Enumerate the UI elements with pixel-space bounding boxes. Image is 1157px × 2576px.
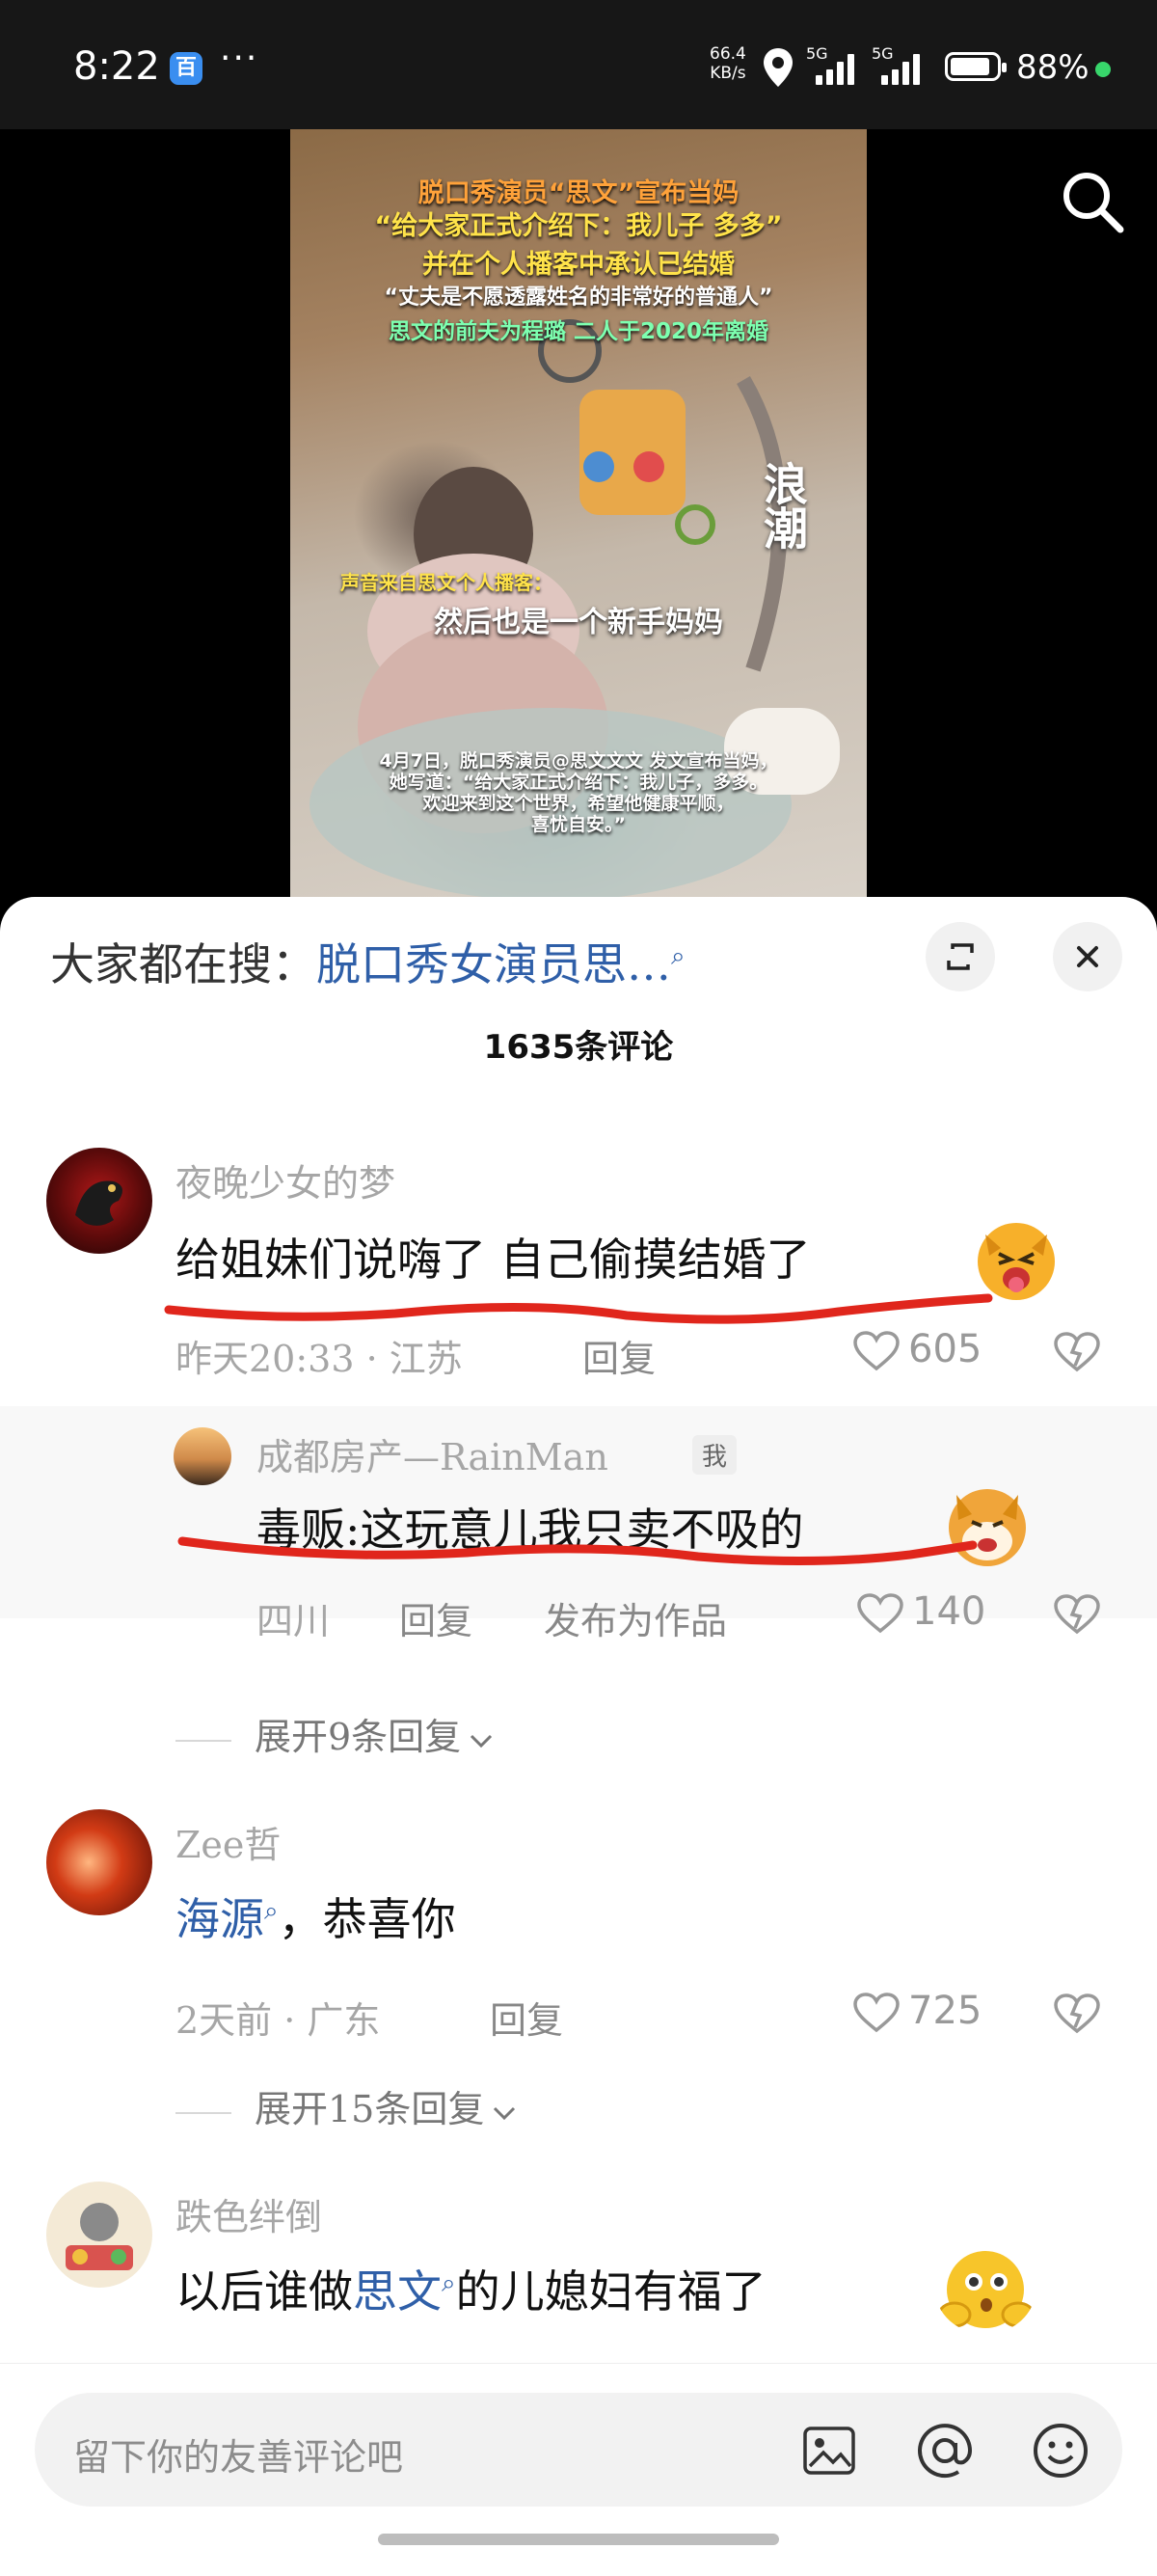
battery-fill (951, 58, 989, 75)
image-icon[interactable] (802, 2426, 856, 2476)
comment-time-location: 昨天20:33 · 江苏 (175, 1338, 463, 1380)
comment-username[interactable]: 夜晚少女的梦 (175, 1153, 395, 1207)
signal-icon-2 (872, 50, 929, 85)
app-notification-icon: 百 (170, 52, 202, 85)
emoji-icon[interactable] (1032, 2422, 1090, 2480)
divider (175, 1739, 231, 1742)
video-player[interactable]: 脱口秀演员“思文”宣布当妈 “给大家正式介绍下：我儿子 多多” 并在个人播客中承… (290, 129, 867, 901)
heart-icon (853, 1993, 900, 2033)
status-bar: 8:22 百 ··· 66.4 KB/s 5G 5G 88% (0, 0, 1157, 129)
expand-sheet-button[interactable] (926, 922, 995, 991)
avatar[interactable] (46, 1809, 152, 1915)
status-indicator-dot (1095, 62, 1111, 77)
dragon-avatar-image (75, 1180, 122, 1226)
location-icon (764, 48, 793, 87)
reply-button-2[interactable]: 回复 (399, 1591, 472, 1644)
red-underline (164, 1293, 993, 1324)
video-title-line-2: “给大家正式介绍下：我儿子 多多” (374, 211, 783, 241)
speed-value: 66.4 (710, 44, 746, 64)
comment-count: 1635条评论 (483, 1028, 674, 1067)
divider (175, 2111, 231, 2114)
audio-source-label: 声音来自思文个人播客： (340, 571, 552, 594)
dislike-heart-icon[interactable] (1053, 1331, 1101, 1373)
caption-line-1: 4月7日，脱口秀演员@思文文文 发文宣布当妈， (379, 750, 778, 772)
comment-input-bar: 留下你的友善评论吧 (0, 2363, 1157, 2576)
expand-replies-button[interactable]: 展开15条回复 (175, 2079, 519, 2132)
comment-text: 海源⌕，恭喜你 (175, 1885, 456, 1948)
reply-button[interactable]: 回复 (582, 1329, 656, 1382)
like-button[interactable]: 725 (852, 1989, 982, 2034)
comment-sheet: 大家都在搜：脱口秀女演员思…⌕ 1635条评论 夜晚少女的梦 给姐妹们说嗨了 自… (0, 897, 1157, 2575)
signal-icon (806, 50, 864, 85)
like-button[interactable]: 140 (856, 1589, 985, 1635)
like-count: 605 (908, 1327, 982, 1371)
cat-avatar-image (66, 2203, 133, 2270)
mention-link[interactable]: 思文 (353, 2265, 442, 2318)
publish-as-work-button[interactable]: 发布为作品 (544, 1591, 727, 1644)
self-tag-badge: 我 (692, 1435, 738, 1475)
heart-icon (857, 1593, 903, 1634)
caption-line-3: 欢迎来到这个世界，希望他健康平顺， (422, 793, 735, 814)
avatar[interactable] (46, 2182, 152, 2288)
comment-text-rest: 的儿媳妇有福了 (455, 2265, 767, 2318)
like-count: 725 (908, 1989, 982, 2033)
comment-input-placeholder: 留下你的友善评论吧 (73, 2436, 404, 2479)
comment-username[interactable]: Zee哲 (175, 1815, 281, 1868)
comment-text-pre: 以后谁做 (175, 2265, 353, 2318)
status-time: 8:22 (73, 44, 160, 89)
comment-username[interactable]: 跌色绊倒 (175, 2187, 322, 2240)
at-icon[interactable] (916, 2422, 974, 2480)
search-small-icon: ⌕ (264, 1896, 279, 1926)
watermark-logo: 浪潮 (757, 461, 809, 550)
like-button[interactable]: 605 (852, 1327, 982, 1372)
speed-unit: KB/s (710, 64, 746, 83)
avatar-small[interactable] (174, 1427, 231, 1485)
avatar[interactable] (46, 1148, 152, 1254)
battery-percent: 88% (1016, 48, 1090, 87)
comment-text: 给姐妹们说嗨了 自己偷摸结婚了 (175, 1234, 811, 1286)
video-title-line-4: “丈夫是不愿透露姓名的非常好的普通人” (384, 285, 773, 310)
network-speed: 66.4 KB/s (710, 44, 746, 83)
trending-keyword[interactable]: 脱口秀女演员思… (316, 938, 671, 990)
comment-text-rest: ，恭喜你 (278, 1893, 456, 1945)
comment-time-location: 2天前 · 广东 (175, 1999, 381, 2042)
comment-text: 以后谁做思文⌕的儿媳妇有福了 (175, 2257, 767, 2320)
home-indicator[interactable] (378, 2534, 779, 2545)
caption-line-4: 喜忧自安。” (531, 814, 626, 835)
video-title-line-3: 并在个人播客中承认已结婚 (422, 250, 735, 280)
chevron-down-icon (494, 2106, 516, 2120)
like-count: 140 (912, 1589, 986, 1634)
close-icon (1077, 946, 1098, 967)
chevron-down-icon (471, 1734, 493, 1748)
search-small-icon: ⌕ (442, 2268, 456, 2298)
battery-icon (945, 52, 1007, 81)
close-button[interactable] (1053, 922, 1122, 991)
expand-replies-button[interactable]: 展开9条回复 (175, 1707, 496, 1760)
video-title-line-5: 思文的前夫为程璐 二人于2020年离婚 (388, 319, 769, 344)
mention-link[interactable]: 海源 (175, 1893, 264, 1945)
reply-location: 四川 (256, 1600, 331, 1642)
more-notifications-icon: ··· (220, 39, 259, 78)
video-caption: 4月7日，脱口秀演员@思文文文 发文宣布当妈， 她写道：“给大家正式介绍下：我儿… (319, 750, 838, 835)
dislike-heart-icon[interactable] (1053, 1993, 1101, 2035)
heart-icon (853, 1331, 900, 1371)
red-underline-2 (177, 1536, 978, 1566)
comment-input[interactable]: 留下你的友善评论吧 (35, 2393, 1122, 2507)
shy-face-emoji-icon (937, 2251, 1036, 2328)
expand-label: 展开9条回复 (255, 1716, 462, 1758)
search-icon[interactable] (1061, 170, 1124, 233)
reply-button[interactable]: 回复 (490, 1991, 563, 2044)
search-small-icon: ⌕ (671, 941, 686, 971)
caption-line-2: 她写道：“给大家正式介绍下：我儿子，多多。 (389, 772, 768, 793)
trending-prefix: 大家都在搜： (50, 938, 316, 990)
expand-label: 展开15条回复 (255, 2088, 485, 2130)
reply-username[interactable]: 成都房产—RainMan (256, 1427, 608, 1480)
dislike-heart-icon[interactable] (1053, 1593, 1101, 1636)
expand-icon (947, 943, 974, 970)
trending-search[interactable]: 大家都在搜：脱口秀女演员思…⌕ (50, 930, 686, 993)
video-subtitle: 然后也是一个新手妈妈 (434, 606, 723, 639)
